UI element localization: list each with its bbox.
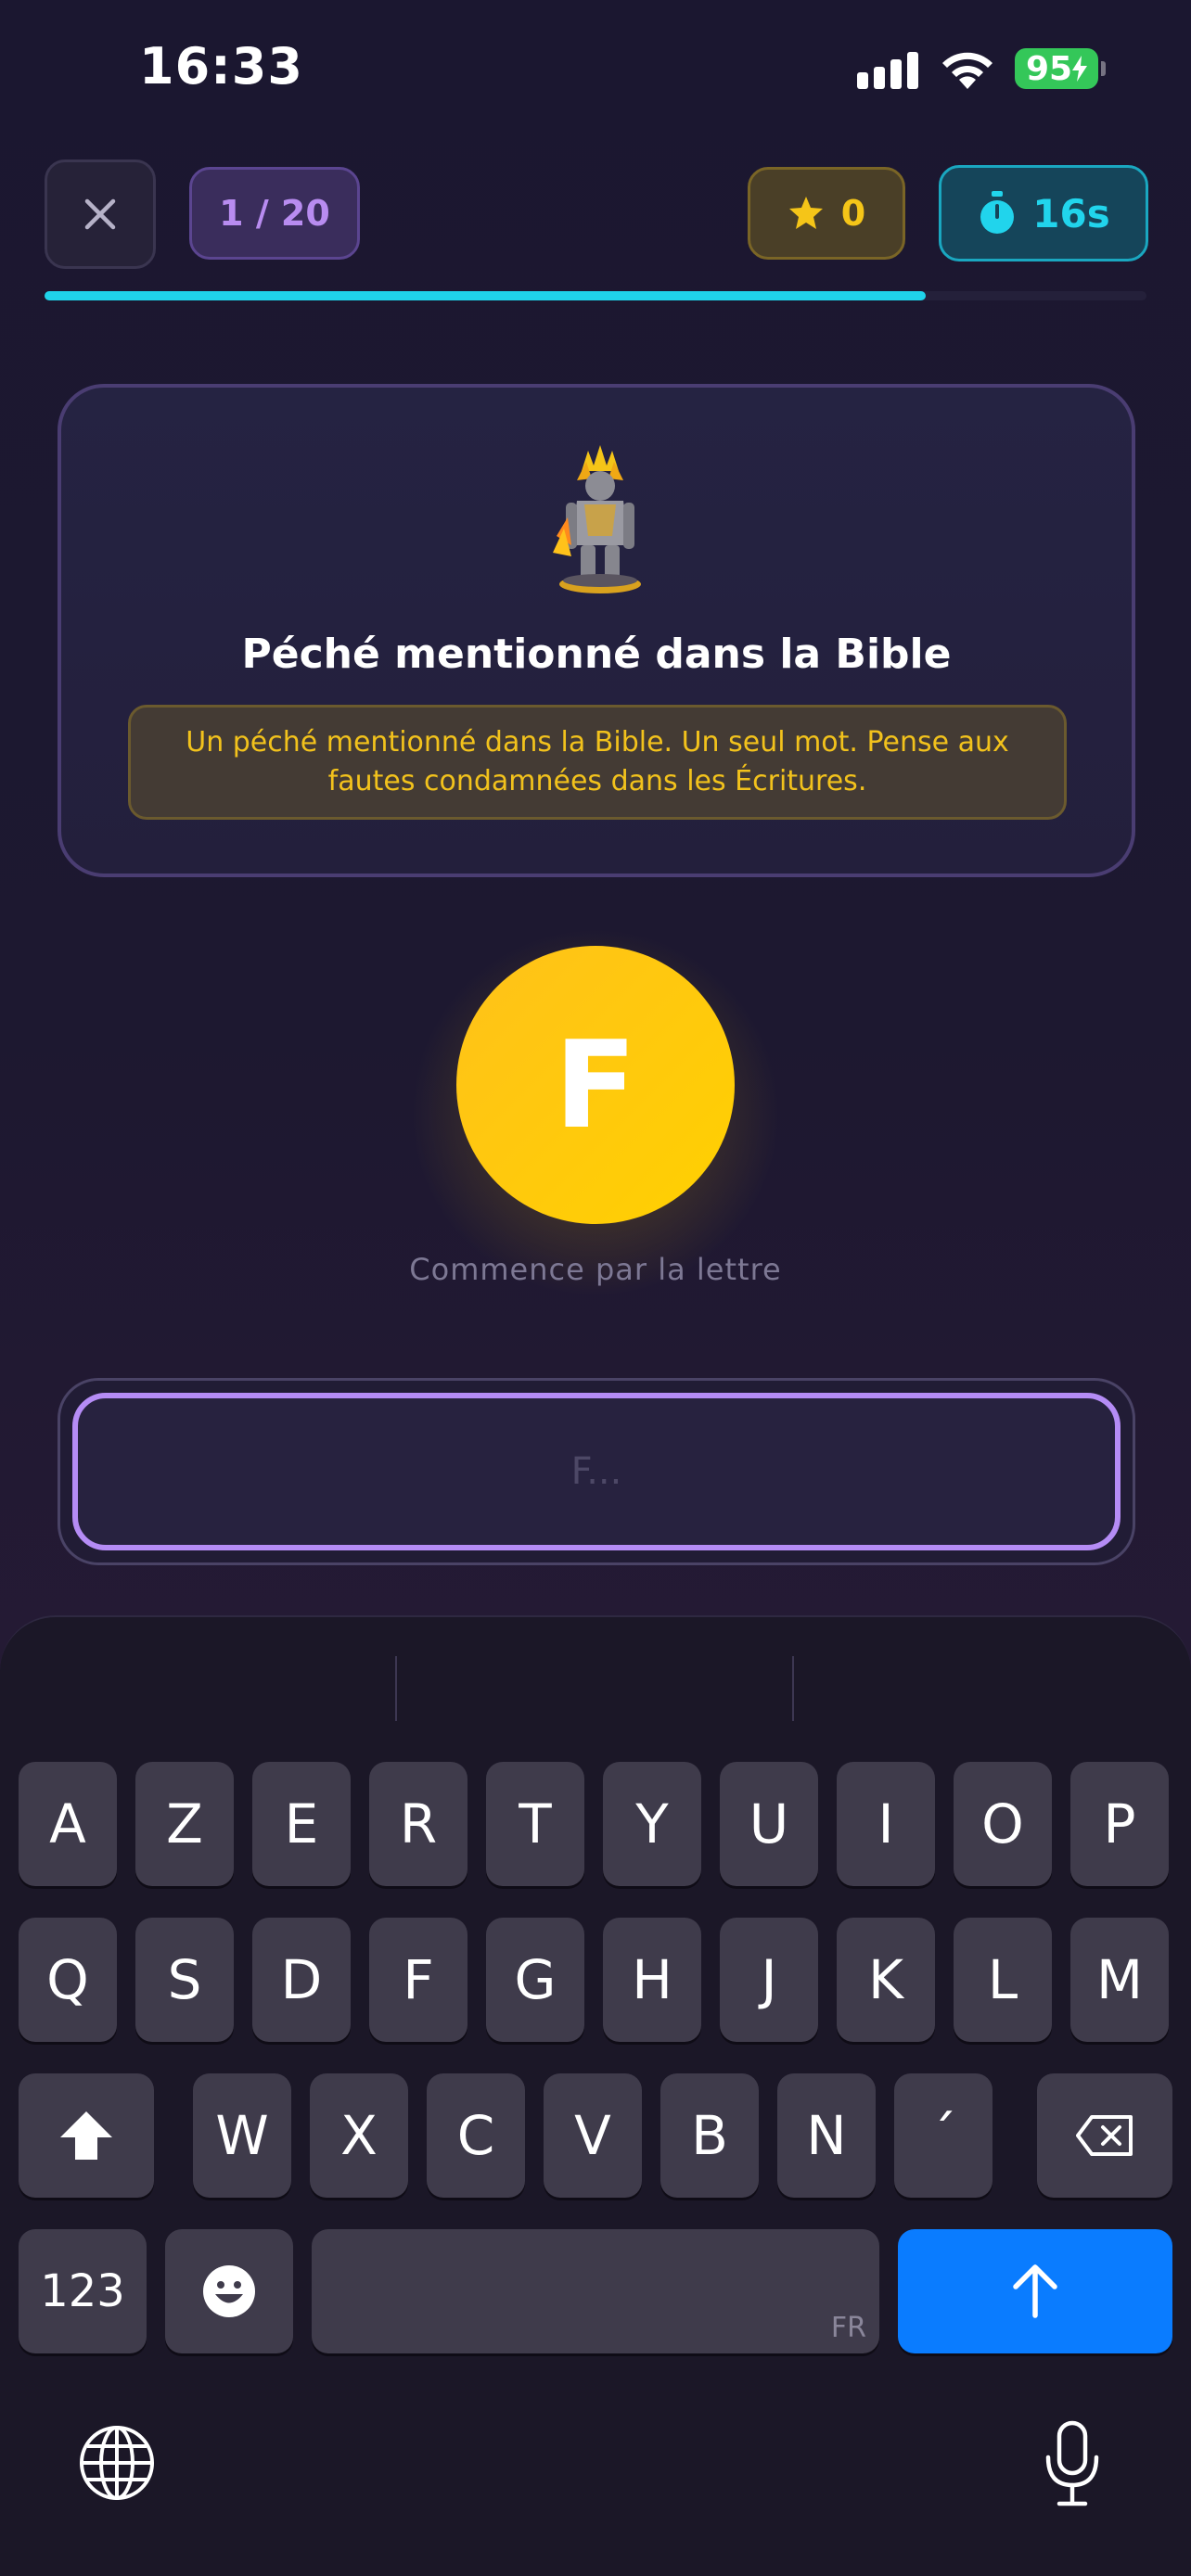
key-e[interactable]: E xyxy=(252,1762,351,1886)
key-w[interactable]: W xyxy=(193,2073,291,2198)
key-l[interactable]: L xyxy=(954,1918,1052,2042)
key-y[interactable]: Y xyxy=(603,1762,701,1886)
close-button[interactable] xyxy=(45,159,156,269)
key-a[interactable]: A xyxy=(19,1762,117,1886)
hint-text: Un péché mentionné dans la Bible. Un seu… xyxy=(186,726,1009,797)
key-o[interactable]: O xyxy=(954,1762,1052,1886)
space-key[interactable]: FR xyxy=(312,2229,879,2353)
emoji-key[interactable] xyxy=(165,2229,293,2353)
key-acute-accent[interactable]: ´ xyxy=(894,2073,992,2198)
star-icon xyxy=(788,197,823,229)
key-f[interactable]: F xyxy=(369,1918,467,2042)
key-j[interactable]: J xyxy=(720,1918,818,2042)
status-time: 16:33 xyxy=(139,37,303,96)
shift-key[interactable] xyxy=(19,2073,154,2198)
wifi-icon xyxy=(939,46,996,91)
numbers-key[interactable]: 123 xyxy=(19,2229,147,2353)
question-counter: 1 / 20 xyxy=(189,167,360,260)
key-d[interactable]: D xyxy=(252,1918,351,2042)
progress-bar xyxy=(45,291,1146,300)
key-z[interactable]: Z xyxy=(135,1762,234,1886)
answer-input-placeholder: F... xyxy=(570,1450,622,1493)
key-k[interactable]: K xyxy=(837,1918,935,2042)
suggestion-divider xyxy=(395,1656,397,1721)
cellular-signal-icon xyxy=(857,52,920,89)
stopwatch-icon xyxy=(980,191,1015,234)
key-q[interactable]: Q xyxy=(19,1918,117,2042)
key-h[interactable]: H xyxy=(603,1918,701,2042)
keyboard: A Z E R T Y U I O P Q S D F G H J K L M … xyxy=(0,1615,1191,2576)
microphone-icon[interactable] xyxy=(1043,2420,1102,2507)
keyboard-language-label: FR xyxy=(830,2312,866,2344)
key-t[interactable]: T xyxy=(486,1762,584,1886)
hint-box: Un péché mentionné dans la Bible. Un seu… xyxy=(128,705,1067,820)
timer-value: 16s xyxy=(1032,190,1110,236)
question-title: Péché mentionné dans la Bible xyxy=(241,631,952,678)
charging-bolt-icon xyxy=(1072,56,1088,82)
question-counter-text: 1 / 20 xyxy=(219,193,330,234)
warrior-figure-image xyxy=(540,443,660,601)
key-b[interactable]: B xyxy=(660,2073,759,2198)
key-v[interactable]: V xyxy=(544,2073,642,2198)
battery-level: 95 xyxy=(1025,49,1073,88)
key-p[interactable]: P xyxy=(1070,1762,1169,1886)
starting-letter: F xyxy=(554,1014,637,1155)
question-card: Péché mentionné dans la Bible Un péché m… xyxy=(58,384,1135,877)
key-s[interactable]: S xyxy=(135,1918,234,2042)
score-badge: 0 xyxy=(748,167,905,260)
answer-input[interactable]: F... xyxy=(72,1393,1121,1550)
arrow-up-icon xyxy=(1013,2264,1057,2318)
letter-caption: Commence par la lettre xyxy=(409,1252,782,1287)
key-g[interactable]: G xyxy=(486,1918,584,2042)
suggestion-divider xyxy=(792,1656,794,1721)
key-n[interactable]: N xyxy=(777,2073,876,2198)
progress-fill xyxy=(45,291,927,300)
emoji-icon xyxy=(203,2265,255,2317)
key-m[interactable]: M xyxy=(1070,1918,1169,2042)
close-icon xyxy=(84,198,116,230)
key-u[interactable]: U xyxy=(720,1762,818,1886)
status-bar: 16:33 95 xyxy=(0,0,1191,139)
starting-letter-badge: F xyxy=(456,946,735,1224)
globe-icon[interactable] xyxy=(78,2424,156,2502)
key-r[interactable]: R xyxy=(369,1762,467,1886)
backspace-icon xyxy=(1076,2115,1133,2156)
send-key[interactable] xyxy=(898,2229,1172,2353)
shift-arrow-icon xyxy=(60,2111,112,2160)
backspace-key[interactable] xyxy=(1037,2073,1172,2198)
battery-indicator: 95 xyxy=(1015,48,1106,89)
key-x[interactable]: X xyxy=(310,2073,408,2198)
score-value: 0 xyxy=(840,193,866,234)
key-c[interactable]: C xyxy=(427,2073,525,2198)
key-i[interactable]: I xyxy=(837,1762,935,1886)
timer-badge: 16s xyxy=(939,165,1148,261)
